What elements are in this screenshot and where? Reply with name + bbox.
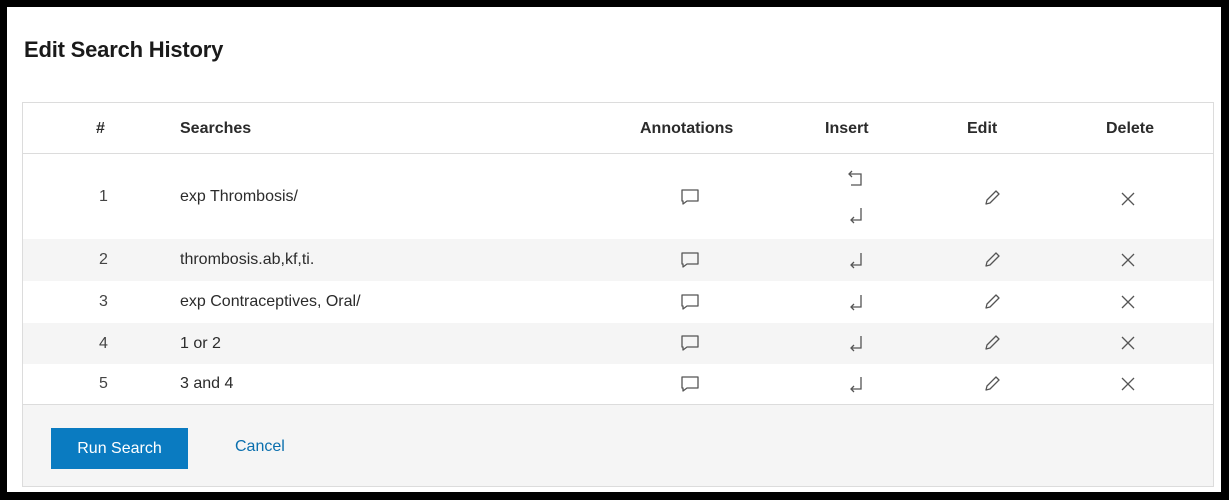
search-query: exp Contraceptives, Oral/ [180, 293, 361, 310]
close-icon[interactable] [1116, 372, 1140, 396]
comment-icon[interactable] [678, 290, 702, 314]
row-number: 4 [99, 335, 108, 352]
header-annotations: Annotations [640, 120, 734, 137]
dialog-title: Edit Search History [24, 37, 224, 62]
close-icon[interactable] [1116, 248, 1140, 272]
run-search-button[interactable]: Run Search [51, 428, 188, 469]
cancel-button[interactable]: Cancel [235, 438, 285, 456]
close-icon[interactable] [1116, 187, 1140, 211]
comment-icon[interactable] [678, 185, 702, 209]
comment-icon[interactable] [678, 248, 702, 272]
insert-below-icon[interactable] [843, 203, 867, 227]
header-insert: Insert [825, 120, 869, 137]
search-query: exp Thrombosis/ [180, 188, 298, 205]
table-row: 3 exp Contraceptives, Oral/ [23, 281, 1213, 323]
row-number: 5 [99, 375, 108, 392]
pencil-icon[interactable] [980, 186, 1004, 210]
close-icon[interactable] [1116, 331, 1140, 355]
header-delete: Delete [1106, 120, 1155, 137]
dialog-footer: Run Search Cancel [23, 404, 1213, 486]
comment-icon[interactable] [678, 331, 702, 355]
close-icon[interactable] [1116, 290, 1140, 314]
insert-above-icon[interactable] [843, 167, 867, 191]
pencil-icon[interactable] [980, 290, 1004, 314]
search-query: 3 and 4 [180, 375, 234, 392]
pencil-icon[interactable] [980, 372, 1004, 396]
insert-below-icon[interactable] [843, 331, 867, 355]
insert-below-icon[interactable] [843, 248, 867, 272]
header-edit: Edit [967, 120, 998, 137]
header-num: # [96, 120, 105, 137]
pencil-icon[interactable] [980, 331, 1004, 355]
table-header: # Searches Annotations Insert Edit Delet… [23, 103, 1213, 154]
comment-icon[interactable] [678, 372, 702, 396]
search-query: 1 or 2 [180, 335, 221, 352]
table-row: 2 thrombosis.ab,kf,ti. [23, 239, 1213, 281]
search-history-table: # Searches Annotations Insert Edit Delet… [22, 102, 1214, 487]
row-number: 3 [99, 293, 108, 310]
insert-below-icon[interactable] [843, 290, 867, 314]
table-row: 4 1 or 2 [23, 323, 1213, 364]
insert-below-icon[interactable] [843, 372, 867, 396]
row-number: 2 [99, 251, 108, 268]
header-searches: Searches [180, 120, 252, 137]
table-row: 5 3 and 4 [23, 364, 1213, 404]
row-number: 1 [99, 188, 108, 205]
table-row: 1 exp Thrombosis/ [23, 155, 1213, 239]
edit-search-history-dialog: Edit Search History # Searches Annotatio… [7, 7, 1221, 492]
pencil-icon[interactable] [980, 248, 1004, 272]
search-query: thrombosis.ab,kf,ti. [180, 251, 315, 268]
